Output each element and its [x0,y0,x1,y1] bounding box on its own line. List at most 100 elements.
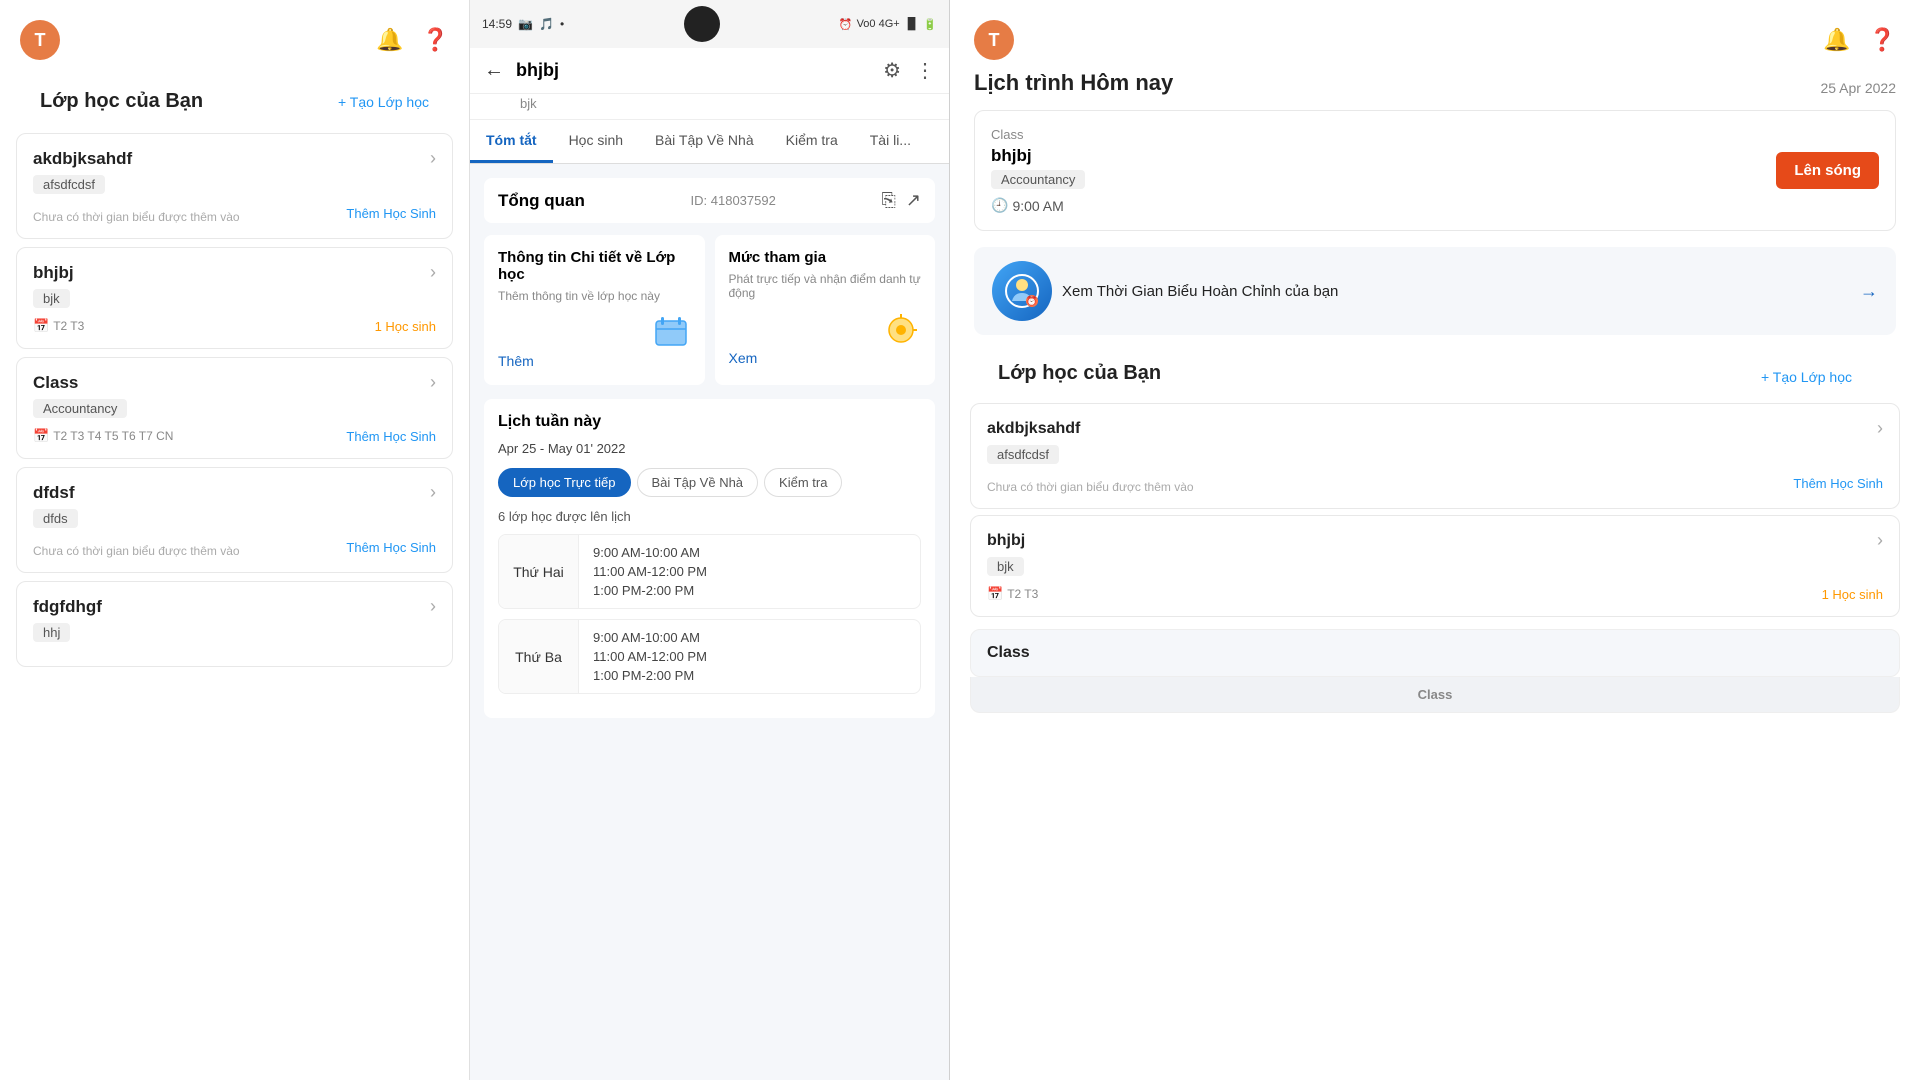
view-schedule-link[interactable]: ⏰ Xem Thời Gian Biểu Hoàn Chỉnh của bạn … [974,247,1896,335]
right-avatar[interactable]: T [974,20,1014,60]
class-tag: afsdfcdsf [987,445,1059,464]
today-header-row: Lịch trình Hôm nay 25 Apr 2022 [974,70,1896,96]
right-class-name: akdbjksahdf [987,420,1080,438]
schedule-tab-kiểm-tra[interactable]: Kiểm tra [764,468,842,497]
right-class-card-rc-1[interactable]: akdbjksahdf › afsdfcdsf Chưa có thời gia… [970,403,1900,509]
time-slot: 9:00 AM-10:00 AM [593,545,707,560]
status-right: ⏰ Vo0 4G+ ▐▌ 🔋 [839,18,937,31]
info-card-2-link[interactable]: Xem [729,350,758,366]
schedule-day-row: Thứ Ba 9:00 AM-10:00 AM11:00 AM-12:00 PM… [498,619,921,694]
class-tag: bjk [33,289,70,308]
avatar[interactable]: T [20,20,60,60]
chevron-icon: › [430,596,436,617]
phone-subtitle: bjk [470,94,949,120]
phone-header: ← bhjbj ⚙ ⋮ [470,48,949,94]
time-slot: 1:00 PM-2:00 PM [593,583,707,598]
settings-icon[interactable]: ⚙ [883,58,901,83]
schedule-day-row: Thứ Hai 9:00 AM-10:00 AM11:00 AM-12:00 P… [498,534,921,609]
right-section-header: Lớp học của Bạn + Tạo Lớp học [974,353,1896,397]
class-card-name: akdbjksahdf [33,149,132,169]
help-icon[interactable]: ❓ [422,27,449,53]
schedule-card-info: Class bhjbj Accountancy 🕘 9:00 AM [991,127,1764,214]
class-card-class-5[interactable]: fdgfdhgf › hhj [16,581,453,667]
tab-tài-li...[interactable]: Tài li... [854,120,927,163]
right-class-card-rc-2[interactable]: bhjbj › bjk 📅 T2 T3 1 Học sinh [970,515,1900,617]
right-class-card-header: akdbjksahdf › [987,418,1883,439]
class-card-header: bhjbj › [33,262,436,283]
share-icon[interactable]: ↗ [906,190,921,211]
live-button[interactable]: Lên sóng [1776,152,1879,189]
right-help-icon[interactable]: ❓ [1869,27,1896,53]
schedule-card: Class bhjbj Accountancy 🕘 9:00 AM Lên só… [974,110,1896,231]
class-card-class-1[interactable]: akdbjksahdf › afsdfcdsf Chưa có thời gia… [16,133,453,239]
signal-dot: • [560,17,564,31]
add-student-link[interactable]: Thêm Học Sinh [1793,476,1883,491]
class-card-class-4[interactable]: dfdsf › dfds Chưa có thời gian biểu được… [16,467,453,573]
class-card-header: akdbjksahdf › [33,148,436,169]
class-tag: bjk [987,557,1024,576]
info-card-1: Thông tin Chi tiết về Lớp học Thêm thông… [484,235,705,385]
schedule-class-label: Class [991,127,1764,142]
status-left: 14:59 📷 🎵 • [482,17,564,31]
tab-bài-tập-về-nhà[interactable]: Bài Tập Về Nhà [639,120,770,163]
right-notification-icon[interactable]: 🔔 [1823,27,1850,53]
info-card-1-desc: Thêm thông tin về lớp học này [498,289,691,303]
weekly-schedule: Lịch tuần này Apr 25 - May 01' 2022 Lớp … [484,399,935,718]
more-icon[interactable]: ⋮ [915,58,935,83]
chevron-icon: › [1877,418,1883,439]
calendar-icon: 📅 [33,428,49,444]
add-student-link[interactable]: Thêm Học Sinh [346,540,436,555]
info-card-1-title: Thông tin Chi tiết về Lớp học [498,249,691,283]
right-header-icons: 🔔 ❓ [1823,27,1896,53]
time-slots: 9:00 AM-10:00 AM11:00 AM-12:00 PM1:00 PM… [579,620,721,693]
weekly-title: Lịch tuần này [498,413,921,431]
chevron-icon: › [430,262,436,283]
signal-text: Vo0 4G+ [857,18,900,30]
right-header: T 🔔 ❓ [950,20,1920,70]
schedule-tab-lớp-học-trực-tiếp[interactable]: Lớp học Trực tiếp [498,468,631,497]
back-button[interactable]: ← [484,59,504,82]
alarm-icon: ⏰ [839,18,853,31]
camera-icon: 📷 [518,17,533,31]
notification-icon[interactable]: 🔔 [376,27,403,53]
info-card-2: Mức tham gia Phát trực tiếp và nhận điểm… [715,235,936,385]
right-create-link[interactable]: + Tạo Lớp học [1741,357,1872,389]
tab-học-sinh[interactable]: Học sinh [553,120,639,163]
schedule-tab-bài-tập-về-nhà[interactable]: Bài Tập Về Nhà [637,468,759,497]
info-card-1-link[interactable]: Thêm [498,353,534,369]
schedule-illustration: ⏰ [992,261,1052,321]
copy-icon[interactable]: ⎘ [881,190,895,211]
class-card-name: Class [33,373,78,393]
bottom-class-hint: Class [970,629,1900,677]
class-card-name: bhjbj [33,263,74,283]
signal-bars: ▐▌ [904,18,920,30]
info-card-2-illustration [729,310,922,350]
create-class-link[interactable]: + Tạo Lớp học [318,82,449,114]
add-student-link[interactable]: Thêm Học Sinh [346,206,436,221]
tab-tóm-tắt[interactable]: Tóm tắt [470,120,553,163]
info-card-2-desc: Phát trực tiếp và nhận điểm danh tự động [729,272,922,300]
tab-kiểm-tra[interactable]: Kiểm tra [770,120,854,163]
right-class-name: bhjbj [987,532,1025,550]
class-card-header: Class › [33,372,436,393]
overview-actions: ⎘ ↗ [881,190,921,211]
right-class-card-header: bhjbj › [987,530,1883,551]
time-slots: 9:00 AM-10:00 AM11:00 AM-12:00 PM1:00 PM… [579,535,721,608]
info-card-2-title: Mức tham gia [729,249,922,266]
class-card-class-2[interactable]: bhjbj › bjk 📅 T2 T3 1 Học sinh [16,247,453,349]
battery-icon: 🔋 [923,18,937,31]
calendar-icon: 📅 [33,318,49,334]
class-tag: hhj [33,623,70,642]
section-title: Lớp học của Bạn [20,78,223,117]
student-count: 1 Học sinh [1822,587,1883,602]
class-card-class-3[interactable]: Class › Accountancy 📅 T2 T3 T4 T5 T6 T7 … [16,357,453,459]
chevron-icon: › [430,372,436,393]
add-student-link[interactable]: Thêm Học Sinh [346,429,436,444]
section-header: Lớp học của Bạn + Tạo Lớp học [0,70,469,125]
right-panel: T 🔔 ❓ Lịch trình Hôm nay 25 Apr 2022 Cla… [950,0,1920,1080]
student-count: 1 Học sinh [375,319,436,334]
right-header-left: T [974,20,1014,60]
schedule-time-value: 9:00 AM [1012,198,1063,214]
media-icon: 🎵 [539,17,554,31]
class-tag: Accountancy [33,399,127,418]
